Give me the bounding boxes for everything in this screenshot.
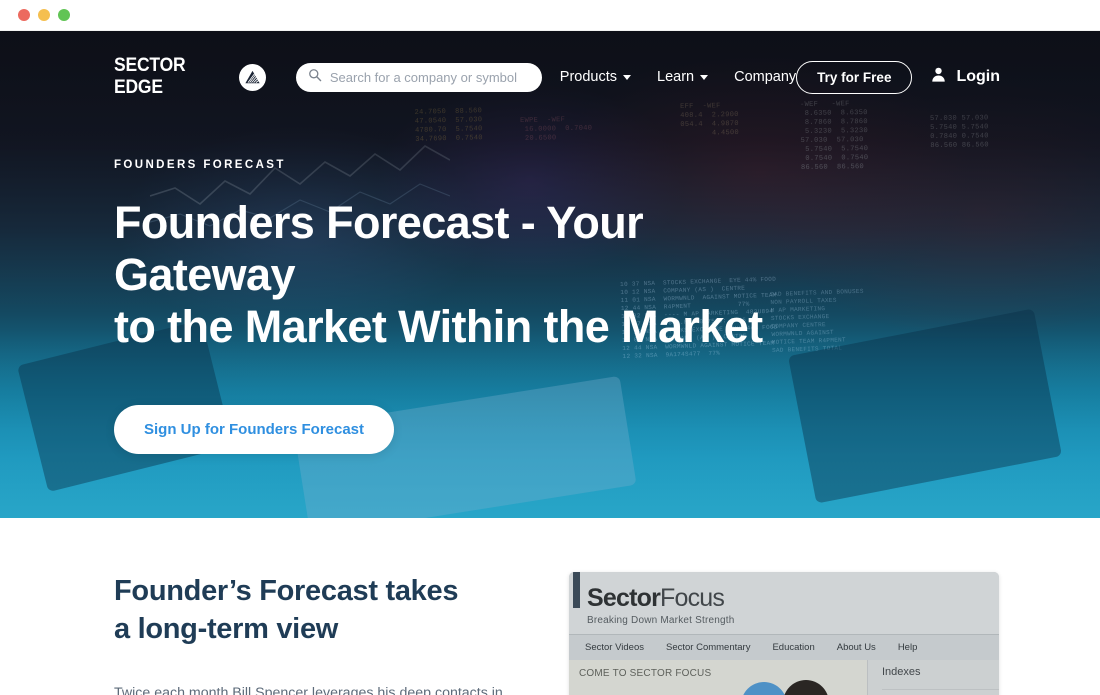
video-panel-tabs: Sector Videos Sector Commentary Educatio… bbox=[569, 634, 999, 660]
video-thumbnail-person bbox=[783, 680, 829, 695]
video-panel-body: COME TO SECTOR FOCUS Indexes NYSE Bullis… bbox=[569, 660, 999, 695]
video-panel-sidebar-item[interactable]: NYSE Bullish Percent bbox=[882, 689, 999, 695]
video-panel-tagline: Breaking Down Market Strength bbox=[587, 615, 735, 626]
brand-name: SECTOR EDGE bbox=[114, 55, 186, 98]
section-body-line-1: Twice each month Bill Spencer leverages … bbox=[114, 685, 503, 695]
mountain-logo-icon bbox=[238, 63, 266, 91]
video-panel-sidebar-title: Indexes bbox=[882, 666, 921, 678]
search-box[interactable] bbox=[295, 62, 542, 92]
nav-item-learn[interactable]: Learn bbox=[657, 69, 709, 85]
video-panel-tab-sector-videos[interactable]: Sector Videos bbox=[585, 642, 644, 653]
try-for-free-button[interactable]: Try for Free bbox=[796, 60, 913, 94]
brand-logo[interactable]: SECTOR EDGE bbox=[114, 55, 266, 99]
video-panel-header: SectorFocus Breaking Down Market Strengt… bbox=[569, 572, 999, 634]
window-close-button[interactable] bbox=[18, 9, 30, 21]
chevron-down-icon bbox=[700, 74, 709, 80]
video-panel-logo-light: Focus bbox=[660, 584, 725, 612]
nav-item-learn-label: Learn bbox=[657, 69, 695, 85]
nav-item-company[interactable]: Company bbox=[734, 69, 796, 85]
top-navigation-bar: SECTOR EDGE Search for a company or symb… bbox=[0, 49, 1100, 105]
video-panel-logo-bold: Sector bbox=[587, 584, 661, 612]
signup-founders-forecast-button[interactable]: Sign Up for Founders Forecast bbox=[114, 405, 395, 454]
video-panel-main-area: COME TO SECTOR FOCUS bbox=[569, 660, 867, 695]
video-panel-sidebar: Indexes NYSE Bullish Percent bbox=[867, 660, 999, 695]
nav-item-company-label: Company bbox=[734, 69, 797, 85]
search-icon bbox=[308, 68, 322, 87]
hero-content: FOUNDERS FORECAST Founders Forecast - Yo… bbox=[114, 159, 814, 454]
login-label: Login bbox=[956, 68, 1000, 85]
section-title: Founder’s Forecast takes a long-term vie… bbox=[114, 572, 554, 648]
video-panel-tab-about-us[interactable]: About Us bbox=[837, 642, 876, 653]
decorative-monitor-base bbox=[787, 308, 1063, 504]
hero-section: 24.7050 88.560 47.0540 57.030 4780.70 5.… bbox=[0, 31, 1100, 518]
section-title-line-1: Founder’s Forecast takes bbox=[114, 575, 459, 607]
nav-links: Products Learn Company bbox=[560, 69, 796, 85]
video-panel-accent-bar bbox=[573, 572, 580, 608]
nav-item-products[interactable]: Products bbox=[559, 69, 632, 85]
video-panel-tab-education[interactable]: Education bbox=[772, 642, 814, 653]
hero-title: Founders Forecast - Your Gateway to the … bbox=[114, 197, 814, 353]
search-input[interactable] bbox=[329, 69, 530, 85]
section-title-line-2: a long-term view bbox=[114, 613, 339, 645]
video-panel-welcome-text: COME TO SECTOR FOCUS bbox=[579, 668, 712, 679]
user-icon bbox=[930, 66, 947, 88]
section-body-text: Twice each month Bill Spencer leverages … bbox=[114, 682, 534, 695]
hero-title-line-2: to the Market Within the Market bbox=[114, 301, 763, 352]
window-maximize-button[interactable] bbox=[58, 9, 70, 21]
sector-focus-video-panel[interactable]: SectorFocus Breaking Down Market Strengt… bbox=[569, 572, 999, 695]
video-panel-logo: SectorFocus bbox=[587, 584, 999, 613]
nav-item-products-label: Products bbox=[559, 69, 618, 85]
browser-chrome bbox=[0, 0, 1100, 31]
window-minimize-button[interactable] bbox=[38, 9, 50, 21]
play-button-icon[interactable] bbox=[741, 682, 787, 695]
nav-right-actions: Try for Free Login bbox=[796, 60, 1000, 94]
long-term-view-section: Founder’s Forecast takes a long-term vie… bbox=[0, 518, 1100, 695]
video-panel-tab-sector-commentary[interactable]: Sector Commentary bbox=[666, 642, 750, 653]
hero-title-line-1: Founders Forecast - Your Gateway bbox=[114, 197, 644, 300]
chevron-down-icon bbox=[623, 74, 632, 80]
login-button[interactable]: Login bbox=[930, 66, 1000, 88]
section-text-column: Founder’s Forecast takes a long-term vie… bbox=[114, 572, 554, 695]
hero-eyebrow: FOUNDERS FORECAST bbox=[114, 159, 286, 171]
video-panel-tab-help[interactable]: Help bbox=[898, 642, 918, 653]
